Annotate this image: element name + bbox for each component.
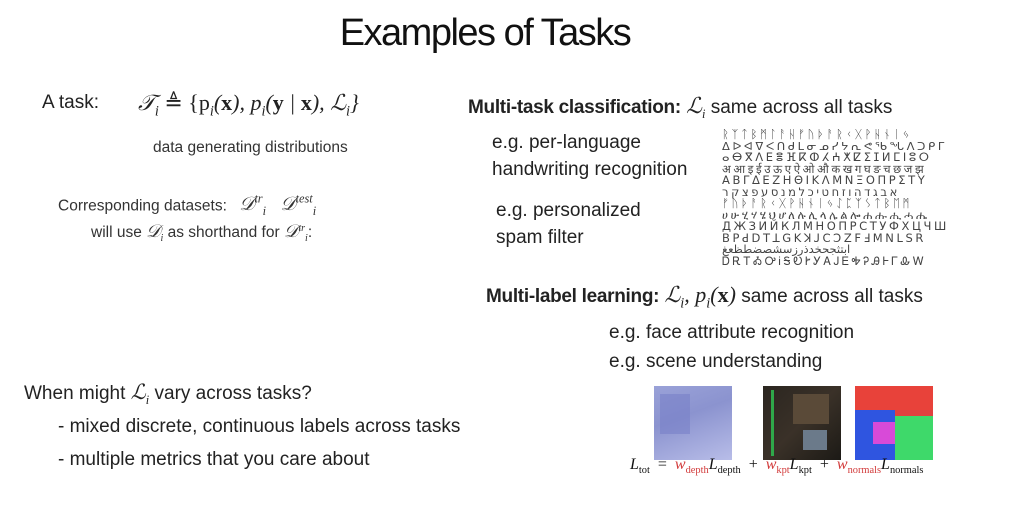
- vary-question: When might ℒi vary across tasks?: [24, 380, 312, 407]
- example-text: handwriting recognition: [492, 159, 688, 180]
- multitask-heading: Multi-task classification: ℒi same acros…: [468, 94, 893, 121]
- example-text: e.g. scene understanding: [609, 351, 823, 372]
- shorthand-text-b: as shorthand for: [167, 224, 280, 241]
- formula-sub: kpt: [776, 465, 790, 477]
- formula-lhs: L: [630, 456, 639, 473]
- example-text: e.g. personalized: [496, 200, 641, 221]
- example-text: e.g. per-language: [492, 132, 641, 153]
- depth-map-image: [654, 386, 732, 460]
- datasets-label: Corresponding datasets:: [58, 197, 227, 215]
- dataset-test-sup: test: [295, 192, 313, 206]
- mll-same-text: same across all tasks: [741, 286, 923, 307]
- formula-loss: L: [881, 456, 890, 473]
- mtc-same-text: same across all tasks: [710, 97, 893, 118]
- task-symbol: 𝒯: [138, 91, 155, 116]
- task-definition: 𝒯i ≜ {pi(x), pi(y | x), ℒi}: [138, 90, 359, 120]
- task-label: A task:: [42, 92, 100, 113]
- formula-loss: L: [789, 456, 799, 473]
- datasets-line: Corresponding datasets: 𝒟tri 𝒟testi: [58, 192, 317, 219]
- vary-question-a: When might: [24, 383, 126, 404]
- formula-sub: depth: [685, 465, 709, 477]
- vary-loss-symbol: ℒ: [130, 380, 146, 404]
- mtc-heading-text: Multi-task classification:: [468, 97, 681, 118]
- formula-sub: kpt: [798, 465, 812, 477]
- formula-sub: normals: [847, 465, 882, 477]
- dataset-test-symbol: 𝒟: [280, 193, 296, 216]
- formula-lhs-sub: tot: [638, 465, 650, 477]
- formula-weight: w: [674, 456, 686, 473]
- shorthand-text-a: will use: [91, 224, 142, 241]
- bullet-item: - multiple metrics that you care about: [58, 449, 370, 470]
- dataset-tr-sup: tr: [254, 192, 263, 206]
- data-generating-caption: data generating distributions: [153, 139, 348, 156]
- handwriting-row: ᎠᎡᎢᎣᎤᎥᎦᎧᎨᎩᎪᎫᎬᎭᎮᎯᎰᎱᎲᎳ: [722, 253, 927, 266]
- vary-question-b: vary across tasks?: [154, 383, 312, 404]
- example-text: spam filter: [496, 227, 584, 248]
- formula-loss: L: [708, 456, 718, 473]
- surface-normals-image: [855, 386, 933, 460]
- mtc-loss-symbol: ℒ: [686, 94, 703, 119]
- formula-weight: w: [765, 456, 777, 473]
- formula-sub: depth: [717, 465, 741, 477]
- keypoints-image: [763, 386, 841, 460]
- mll-loss-symbol: ℒ: [664, 283, 681, 308]
- slide-title: Examples of Tasks: [339, 12, 632, 54]
- shorthand-line: will use 𝒟i as shorthand for 𝒟tri:: [91, 221, 313, 245]
- handwritten-characters-image: ᚱᛉᛏᛒᛗᛚᚨᚺᚠᚢᚦᚨᚱᚲᚷᚹᚺᚾᛁᛃ ᐃᐅᐊᐁᐸᑎᑯᒪᓂᓄᓯᔭᕆᕙᖃᖓᐱᑐᑭᒥ…: [722, 129, 1022, 266]
- example-text: e.g. face attribute recognition: [609, 322, 855, 343]
- formula-weight: w: [836, 456, 848, 473]
- loss-formula: Ltot = wdepthLdepth + wkptLkpt + wnormal…: [630, 456, 924, 477]
- multilabel-heading: Multi-label learning: ℒi, pi(x) same acr…: [486, 282, 923, 312]
- task-def-open: ≜ {p: [164, 90, 210, 115]
- shorthand-symbol-b: 𝒟: [283, 221, 299, 242]
- loss-symbol: ℒ: [330, 91, 347, 116]
- dataset-tr-symbol: 𝒟: [239, 193, 255, 216]
- formula-sub: normals: [889, 465, 924, 477]
- shorthand-symbol-a: 𝒟: [146, 221, 161, 242]
- bullet-item: - mixed discrete, continuous labels acro…: [58, 416, 461, 437]
- mll-heading-text: Multi-label learning:: [486, 286, 660, 307]
